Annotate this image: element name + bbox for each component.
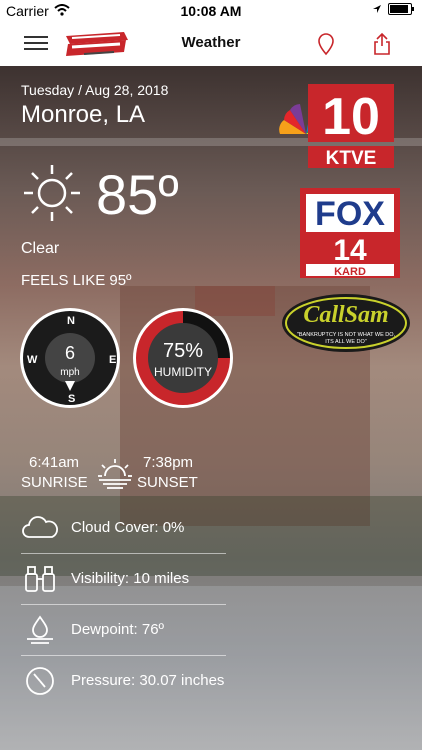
detail-row-dewpoint: Dewpoint: 76º <box>21 605 226 656</box>
detail-row-cloud-cover: Cloud Cover: 0% <box>21 503 226 554</box>
callsam-tagline-1: "BANKRUPTCY IS NOT WHAT WE DO, <box>297 332 396 338</box>
pressure-gauge-icon <box>26 667 54 695</box>
pressure-label: Pressure: 30.07 inches <box>71 672 225 689</box>
wind-direction-arrow-icon <box>65 381 75 391</box>
sunrise-label: SUNRISE <box>21 474 88 491</box>
status-time: 10:08 AM <box>180 3 242 19</box>
share-icon[interactable] <box>372 32 392 56</box>
wind-unit: mph <box>60 367 80 378</box>
detail-row-pressure: Pressure: 30.07 inches <box>21 656 226 706</box>
wind-dial: N S E W 6 mph <box>20 308 120 408</box>
cloud-icon <box>22 516 58 538</box>
ktve-label: KTVE <box>326 148 377 169</box>
fox-channel-number: 14 <box>333 234 367 267</box>
compass-south: S <box>68 393 76 405</box>
dewpoint-drop-icon <box>27 615 53 644</box>
humidity-label: HUMIDITY <box>154 365 212 379</box>
fox-wordmark: FOX <box>315 195 385 233</box>
cloud-cover-label: Cloud Cover: 0% <box>71 519 185 536</box>
callsam-logo[interactable]: CallSam "BANKRUPTCY IS NOT WHAT WE DO, I… <box>280 292 412 354</box>
humidity-value: 75% <box>162 340 204 362</box>
status-bar: Carrier 10:08 AM <box>0 0 422 22</box>
sunset-label: SUNSET <box>137 474 198 491</box>
current-temperature: 85º <box>96 163 179 226</box>
dewpoint-label: Dewpoint: 76º <box>71 621 165 638</box>
nav-bar: Weather <box>0 22 422 67</box>
location-pin-icon[interactable] <box>316 32 336 56</box>
fox14-kard-logo[interactable]: FOX 14 KARD <box>300 188 400 278</box>
kard-label: KARD <box>334 266 366 278</box>
visibility-label: Visibility: 10 miles <box>71 570 190 587</box>
callsam-wordmark: CallSam <box>303 302 388 328</box>
compass-north: N <box>67 315 75 327</box>
humidity-ring: 75% HUMIDITY <box>133 308 233 408</box>
sunrise-time: 6:41am <box>29 454 80 471</box>
wind-speed: 6 <box>64 343 75 363</box>
battery-icon <box>388 3 414 15</box>
sunrise-sunset-icon <box>98 459 132 489</box>
detail-row-visibility: Visibility: 10 miles <box>21 554 226 605</box>
page-title: Weather <box>181 34 241 51</box>
sunset-time: 7:38pm <box>143 454 194 471</box>
sun-icon <box>24 165 80 221</box>
condition-label: Clear <box>21 240 60 257</box>
ktve-nbc-logo[interactable]: 10 KTVE <box>276 80 396 170</box>
city-name: Monroe, LA <box>21 101 146 128</box>
location-arrow-icon <box>373 5 381 13</box>
ktve-channel-number: 10 <box>322 88 380 146</box>
date-label: Tuesday / Aug 28, 2018 <box>21 82 169 98</box>
binoculars-icon <box>25 566 55 592</box>
feels-like-label: FEELS LIKE 95º <box>21 272 132 289</box>
callsam-tagline-2: ITS ALL WE DO" <box>325 339 367 345</box>
